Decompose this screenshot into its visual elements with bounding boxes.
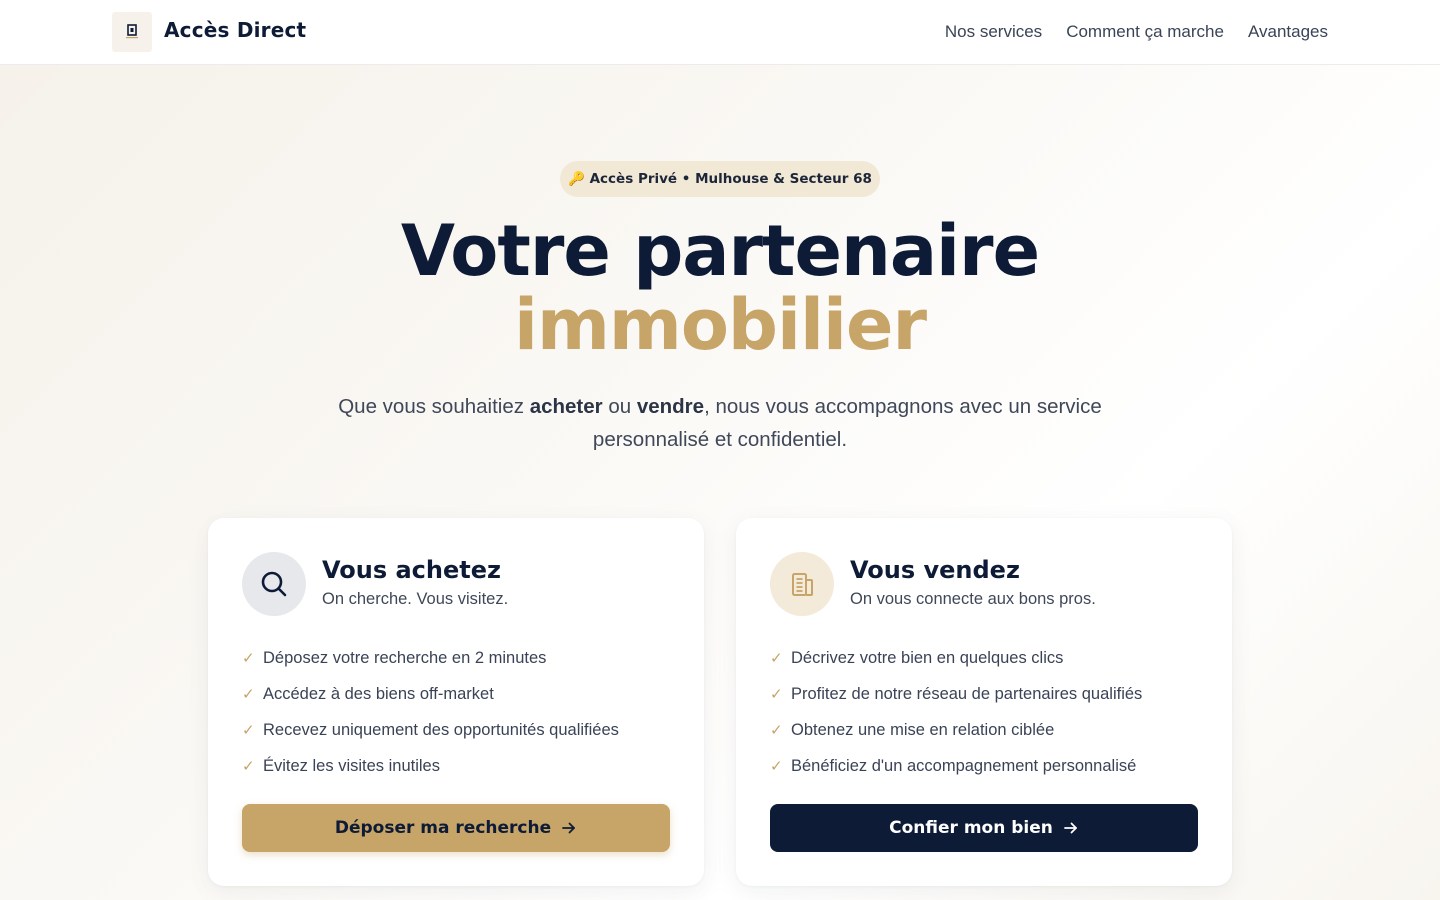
buyer-card-subtitle: On cherche. Vous visitez.	[322, 590, 509, 608]
search-icon	[242, 552, 306, 616]
building-icon	[770, 552, 834, 616]
hero-subtitle-mid: ou	[602, 395, 637, 418]
check-icon: ✓	[770, 758, 783, 775]
seller-card-title: Vous vendez	[850, 556, 1020, 584]
buyer-card-title: Vous achetez	[322, 556, 501, 584]
list-property-button-label: Confier mon bien	[889, 818, 1053, 838]
buyer-benefits-list: ✓ Déposez votre recherche en 2 minutes ✓ A…	[242, 640, 619, 784]
arrow-right-icon	[1063, 822, 1077, 834]
brand-name[interactable]: Accès Direct	[164, 18, 306, 42]
list-item: ✓ Profitez de notre réseau de partenaires…	[770, 676, 1142, 712]
hero-title-line2: immobilier	[513, 284, 927, 366]
seller-card-subtitle: On vous connecte aux bons pros.	[850, 590, 1096, 608]
hero-subtitle-buy: acheter	[529, 395, 603, 418]
list-item-text: Évitez les visites inutiles	[263, 756, 440, 775]
list-item-text: Bénéficiez d'un accompagnement personnal…	[791, 756, 1137, 775]
hero-subtitle-sell: vendre	[636, 395, 705, 418]
list-item-text: Recevez uniquement des opportunités qual…	[263, 720, 619, 739]
list-item-text: Accédez à des biens off-market	[263, 684, 494, 703]
list-item: ✓ Évitez les visites inutiles	[242, 748, 619, 784]
check-icon: ✓	[770, 686, 783, 703]
seller-card: Vous vendez On vous connecte aux bons pr…	[736, 518, 1232, 886]
logo-icon	[126, 24, 138, 39]
list-item-text: Profitez de notre réseau de partenaires …	[791, 684, 1143, 703]
check-icon: ✓	[770, 650, 783, 667]
hero-title-line1: Votre partenaire	[400, 210, 1040, 292]
brand-logo[interactable]	[112, 12, 152, 52]
list-item-text: Déposez votre recherche en 2 minutes	[263, 648, 547, 667]
list-item-text: Décrivez votre bien en quelques clics	[791, 648, 1064, 667]
list-item: ✓ Recevez uniquement des opportunités qua…	[242, 712, 619, 748]
list-item-text: Obtenez une mise en relation ciblée	[791, 720, 1055, 739]
location-badge: 🔑 Accès Privé • Mulhouse & Secteur 68	[560, 161, 880, 197]
main-nav: Nos services Comment ça marche Avantages	[945, 22, 1328, 42]
nav-how-it-works[interactable]: Comment ça marche	[1066, 22, 1224, 42]
nav-advantages[interactable]: Avantages	[1248, 22, 1328, 42]
site-header: Accès Direct Nos services Comment ça mar…	[0, 0, 1440, 65]
check-icon: ✓	[242, 686, 255, 703]
list-item: ✓ Obtenez une mise en relation ciblée	[770, 712, 1142, 748]
buyer-card: Vous achetez On cherche. Vous visitez. ✓…	[208, 518, 704, 886]
list-item: ✓ Décrivez votre bien en quelques clics	[770, 640, 1142, 676]
submit-search-button[interactable]: Déposer ma recherche	[242, 804, 670, 852]
check-icon: ✓	[770, 722, 783, 739]
list-item: ✓ Bénéficiez d'un accompagnement personna…	[770, 748, 1142, 784]
hero-subtitle-pre: Que vous souhaitiez	[338, 395, 530, 418]
list-item: ✓ Accédez à des biens off-market	[242, 676, 619, 712]
check-icon: ✓	[242, 722, 255, 739]
nav-services[interactable]: Nos services	[945, 22, 1042, 42]
arrow-right-icon	[562, 822, 576, 834]
hero-title: Votre partenaire immobilier	[0, 214, 1440, 362]
check-icon: ✓	[242, 758, 255, 775]
seller-benefits-list: ✓ Décrivez votre bien en quelques clics ✓…	[770, 640, 1142, 784]
check-icon: ✓	[242, 650, 255, 667]
hero-subtitle: Que vous souhaitiez acheter ou vendre, n…	[300, 390, 1140, 456]
submit-search-button-label: Déposer ma recherche	[334, 818, 552, 838]
list-item: ✓ Déposez votre recherche en 2 minutes	[242, 640, 619, 676]
list-property-button[interactable]: Confier mon bien	[770, 804, 1198, 852]
